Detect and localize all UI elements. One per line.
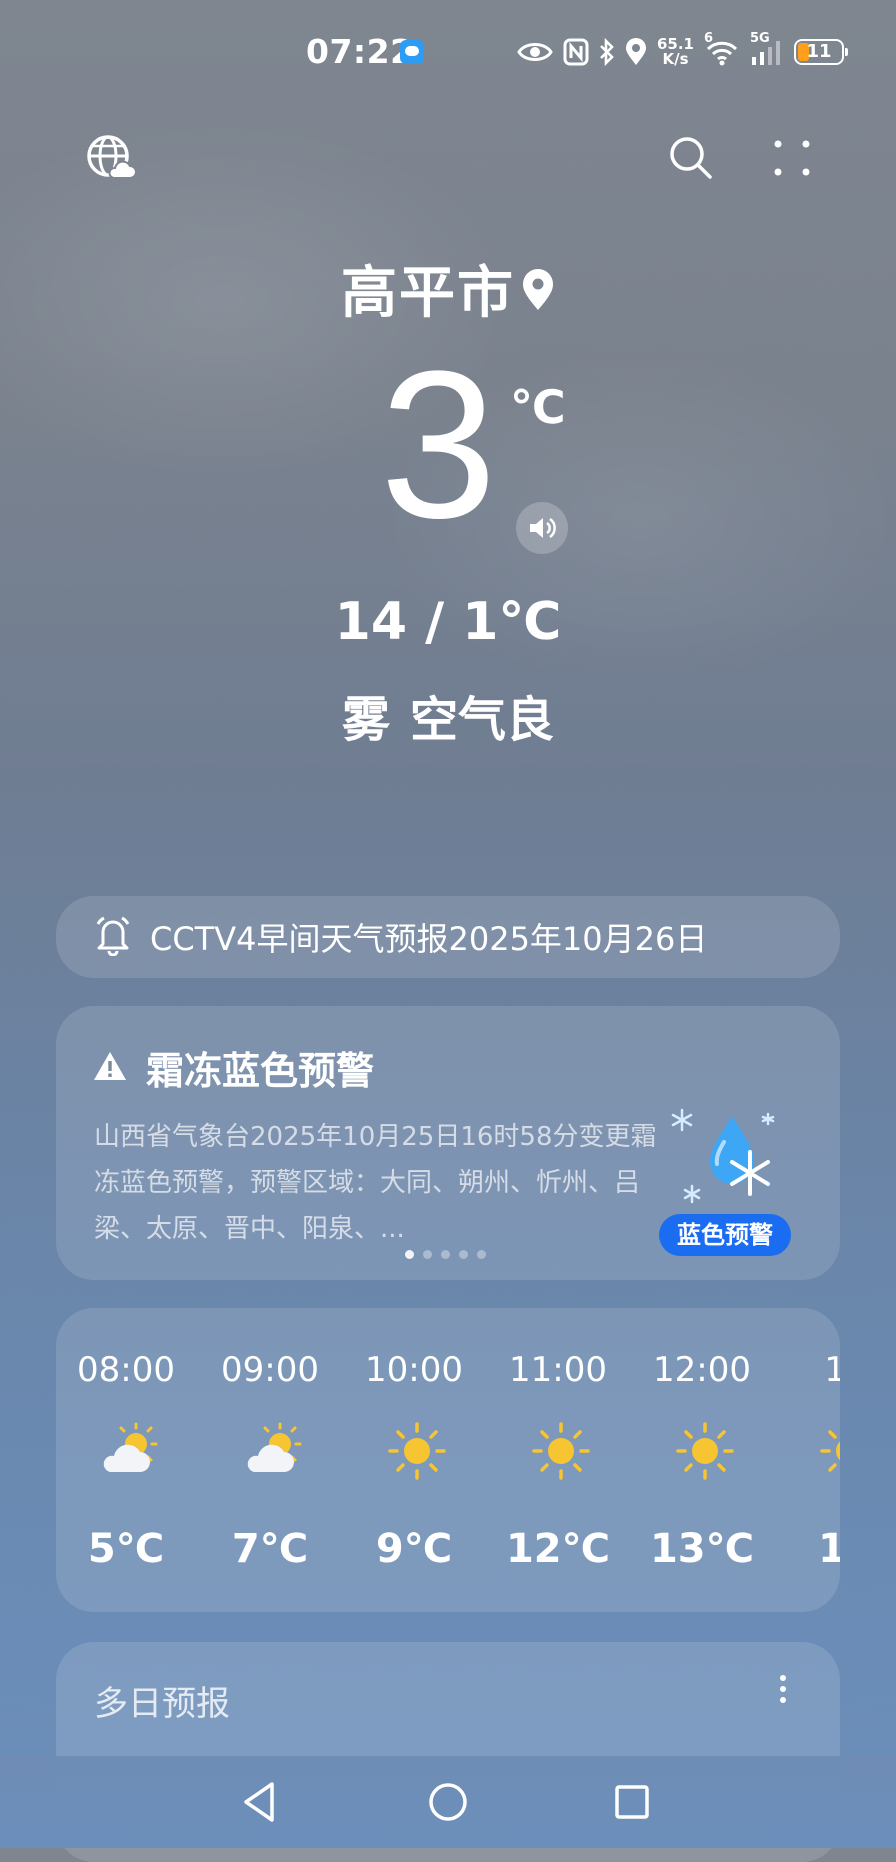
partly-cloudy-icon (96, 1418, 162, 1484)
hourly-forecast-card[interactable]: 08:00 5℃ 09:00 7℃ 10:00 9℃ 11:00 12℃ 12:… (56, 1308, 840, 1612)
nfc-icon (563, 38, 589, 66)
sunny-icon (528, 1418, 594, 1484)
status-icons: 65.1 K/s 6 5G 11 (517, 30, 848, 74)
weather-alert-card[interactable]: 霜冻蓝色预警 山西省气象台2025年10月25日16时58分变更霜冻蓝色预警，预… (56, 1006, 840, 1280)
hour-temp: 12℃ (505, 1526, 611, 1572)
network-speed: 65.1 K/s (656, 35, 694, 68)
bluetooth-icon (600, 38, 614, 66)
page-dot-2 (423, 1250, 432, 1259)
bell-icon (94, 914, 132, 960)
location-icon (625, 38, 646, 65)
city-name: 高平市 (341, 261, 515, 326)
system-navigation-bar (0, 1756, 896, 1848)
network-type: 5G (750, 31, 770, 46)
wifi-indicator: 6 (704, 31, 740, 67)
hour-temp: 13 (818, 1526, 840, 1572)
globe-cloud-icon[interactable] (82, 130, 138, 186)
alert-pagination (405, 1250, 486, 1259)
warning-triangle-icon (92, 1050, 128, 1086)
news-text: CCTV4早间天气预报2025年10月26日 (150, 920, 708, 958)
alert-level-badge: 蓝色预警 (659, 1214, 791, 1256)
current-temperature: 3 (380, 327, 497, 562)
four-dots-menu-icon[interactable] (764, 130, 820, 186)
multi-day-label: 多日预报 (94, 1684, 230, 1724)
hour-time: 09:00 (221, 1350, 319, 1390)
temperature-unit: ℃ (510, 380, 566, 434)
alert-description: 山西省气象台2025年10月25日16时58分变更霜冻蓝色预警，预警区域：大同、… (94, 1122, 657, 1244)
hour-time: 11:00 (509, 1350, 607, 1390)
hour-temp: 9℃ (375, 1526, 453, 1572)
hour-time: 10:00 (365, 1350, 463, 1390)
page-dot-5 (477, 1250, 486, 1259)
message-notification-icon (400, 40, 424, 64)
recents-icon[interactable] (600, 1770, 664, 1834)
hour-temp: 13℃ (649, 1526, 755, 1572)
air-quality[interactable]: 空气良 (410, 692, 554, 748)
sunny-icon (384, 1418, 450, 1484)
eye-icon (517, 43, 553, 61)
status-bar: 07:22 65.1 K/s 6 5G 11 (0, 0, 896, 104)
signal-indicator: 5G (750, 31, 784, 67)
hour-time: 13 (824, 1350, 840, 1390)
location-pin-icon (521, 260, 555, 325)
alert-title: 霜冻蓝色预警 (146, 1049, 375, 1093)
hour-time: 12:00 (653, 1350, 751, 1390)
search-icon[interactable] (663, 130, 719, 186)
sunny-icon (816, 1418, 840, 1484)
battery-indicator: 11 (794, 39, 848, 65)
condition-line: 雾空气良 (0, 680, 896, 750)
city-header[interactable]: 高平市 (0, 248, 896, 329)
more-vertical-icon[interactable] (778, 1674, 788, 1708)
alert-header: 霜冻蓝色预警 (92, 1040, 374, 1095)
page-dot-3 (441, 1250, 450, 1259)
hour-temp: 7℃ (231, 1526, 309, 1572)
home-icon[interactable] (416, 1770, 480, 1834)
temperature-range: 14 / 1℃ (334, 592, 562, 652)
speaker-icon[interactable] (516, 502, 568, 554)
hour-temp: 5℃ (87, 1526, 165, 1572)
frost-drop-icon (668, 1102, 788, 1212)
page-dot-1 (405, 1250, 414, 1259)
status-time: 07:22 (306, 32, 414, 71)
partly-cloudy-icon (240, 1418, 306, 1484)
weather-news-card[interactable]: CCTV4早间天气预报2025年10月26日 (56, 896, 840, 978)
back-icon[interactable] (228, 1770, 292, 1834)
sim-index: 6 (704, 31, 714, 46)
hour-time: 08:00 (77, 1350, 175, 1390)
battery-level: 11 (806, 41, 832, 62)
weather-condition: 雾 (341, 692, 390, 748)
page-dot-4 (459, 1250, 468, 1259)
sunny-icon (672, 1418, 738, 1484)
